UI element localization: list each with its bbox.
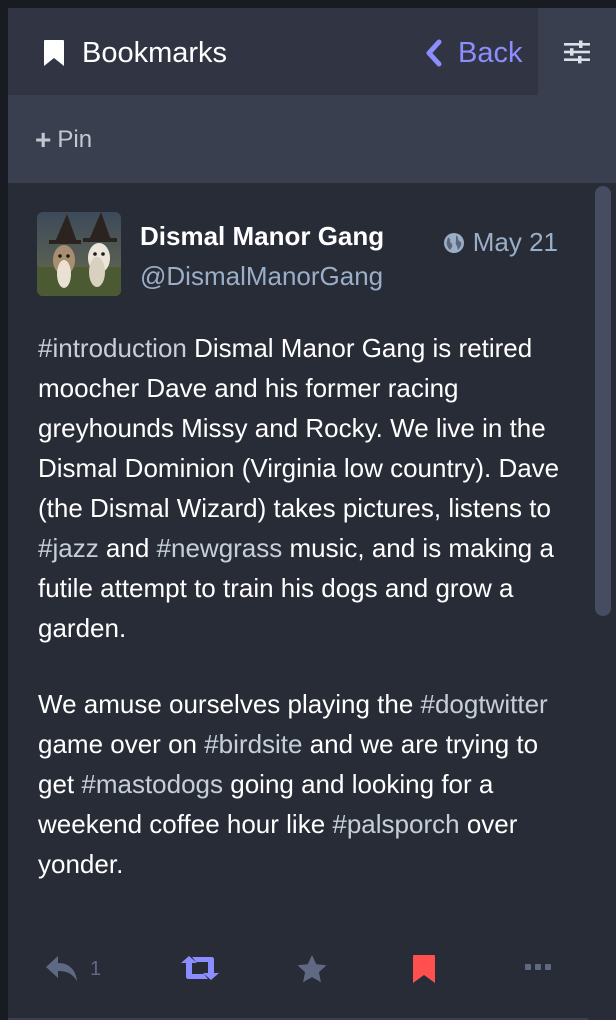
more-button[interactable]: [524, 962, 552, 972]
hashtag-link[interactable]: #introduction: [38, 333, 187, 363]
hashtag-link[interactable]: #newgrass: [157, 533, 283, 563]
scrollbar[interactable]: [595, 186, 611, 1020]
pin-label: Pin: [57, 126, 93, 153]
sliders-icon: [564, 40, 590, 63]
status-text: game over on: [38, 729, 205, 759]
chevron-left-icon: [426, 39, 442, 67]
reply-count: 1: [90, 957, 102, 980]
hashtag-link[interactable]: #dogtwitter: [421, 689, 548, 719]
column-settings-panel: + Pin: [8, 95, 616, 183]
column-header: Bookmarks Back: [8, 8, 616, 95]
bookmark-button[interactable]: [412, 954, 436, 984]
display-name[interactable]: Dismal Manor Gang: [140, 221, 384, 252]
status[interactable]: Dismal Manor Gang @DismalManorGang May 2…: [8, 183, 588, 1020]
hashtag-link[interactable]: #birdsite: [204, 729, 302, 759]
plus-icon: +: [35, 124, 52, 155]
retweet-icon: [181, 956, 219, 980]
column: Bookmarks Back + Pin Dismal Manor Gang @…: [8, 8, 616, 1020]
back-label: Back: [458, 36, 523, 69]
status-paragraph-2: We amuse ourselves playing the #dogtwitt…: [38, 684, 568, 884]
hashtag-link[interactable]: #jazz: [38, 533, 99, 563]
scrollbar-thumb[interactable]: [595, 186, 611, 616]
star-icon: [297, 955, 327, 983]
status-timestamp[interactable]: May 21: [443, 227, 558, 258]
status-text: and: [98, 533, 157, 563]
reply-icon: [46, 956, 77, 981]
back-button[interactable]: Back: [424, 35, 522, 71]
globe-icon: [443, 232, 464, 253]
status-content: #introduction Dismal Manor Gang is retir…: [38, 328, 568, 920]
hashtag-link[interactable]: #mastodogs: [81, 769, 223, 799]
boost-button[interactable]: [180, 954, 220, 982]
bookmark-icon: [413, 955, 435, 983]
status-time: May 21: [472, 227, 558, 257]
avatar[interactable]: [37, 212, 121, 296]
pin-button[interactable]: + Pin: [35, 125, 92, 155]
reply-button[interactable]: 1: [44, 954, 101, 984]
bookmark-icon: [44, 40, 64, 66]
column-settings-button[interactable]: [538, 8, 616, 95]
column-title: Bookmarks: [82, 37, 228, 69]
favourite-button[interactable]: [296, 954, 328, 984]
hashtag-link[interactable]: #palsporch: [332, 809, 459, 839]
account-handle[interactable]: @DismalManorGang: [140, 261, 383, 292]
status-text: We amuse ourselves playing the: [38, 689, 421, 719]
ellipsis-icon: [525, 964, 551, 970]
status-paragraph-1: #introduction Dismal Manor Gang is retir…: [38, 328, 568, 648]
status-action-bar: 1: [8, 946, 588, 996]
